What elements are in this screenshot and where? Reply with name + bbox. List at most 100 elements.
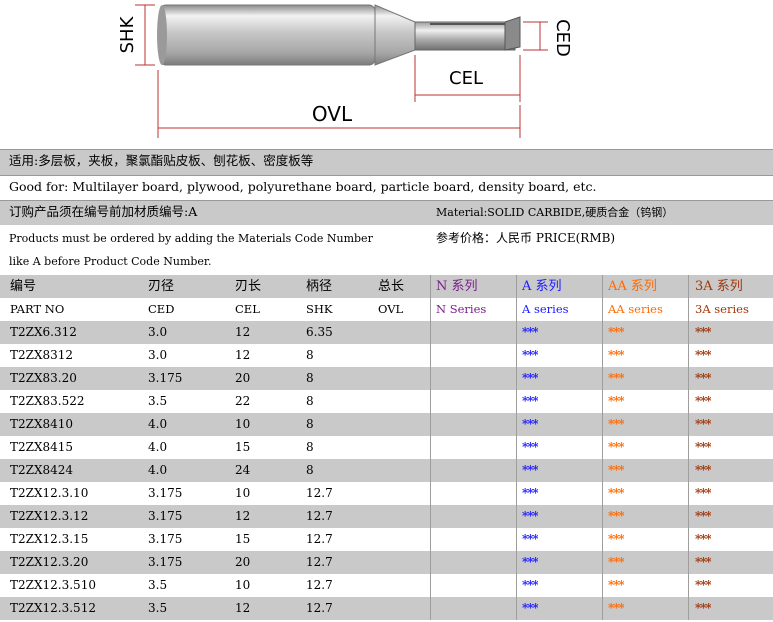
price-text: 参考价格：人民币 PRICE(RMB) [436, 231, 616, 245]
cell-ced: 3.175 [148, 532, 183, 546]
cell-a3-series: *** [695, 578, 711, 592]
cell-a3-series: *** [695, 371, 711, 385]
cell-shk: 8 [306, 463, 314, 477]
cell-shk: 12.7 [306, 578, 333, 592]
cell-shk: 12.7 [306, 509, 333, 523]
cell-ovl: OVL [378, 302, 404, 316]
shk-label: SHK [117, 15, 138, 53]
cell-cel: 20 [235, 371, 251, 385]
cell-ced: 3.175 [148, 509, 183, 523]
cell-part-no: T2ZX12.3.20 [10, 555, 89, 569]
table-row: T2ZX8424 4.0 24 8 *** *** *** [0, 459, 773, 482]
applicable-zh-text: 适用:多层板，夹板，聚氯酯贴皮板、刨花板、密度板等 [9, 153, 314, 168]
cell-ced: 3.5 [148, 394, 168, 408]
cell-a-series: *** [522, 486, 538, 500]
router-bit-diagram: SHK CED CEL OVL [117, 4, 573, 138]
table-header-en: PART NO CED CEL SHK OVL N Series A series AA se… [0, 298, 773, 321]
material-text: Material:SOLID CARBIDE,硬质合金（钨钢） [436, 206, 674, 219]
cell-shk: 8 [306, 417, 314, 431]
cell-a3-series: *** [695, 417, 711, 431]
ovl-label: OVL [312, 102, 353, 126]
cell-aa-series: AA 系列 [608, 279, 657, 294]
cell-a-series: *** [522, 578, 538, 592]
cell-cel: 刃长 [235, 279, 262, 294]
table-row: T2ZX6.312 3.0 12 6.35 *** *** *** [0, 321, 773, 344]
table-row: T2ZX12.3.20 3.175 20 12.7 *** *** *** [0, 551, 773, 574]
cell-part-no: T2ZX12.3.15 [10, 532, 89, 546]
cell-ced: 3.0 [148, 348, 168, 362]
cell-part-no: 编号 [10, 279, 37, 294]
cell-a-series: *** [522, 509, 538, 523]
cell-ced: 3.0 [148, 325, 168, 339]
cell-shk: 12.7 [306, 486, 333, 500]
cell-part-no: T2ZX12.3.512 [10, 601, 96, 615]
cell-part-no: T2ZX8410 [10, 417, 74, 431]
order-note-en-line1: Products must be ordered by adding the M… [9, 232, 373, 245]
cell-shk: 8 [306, 440, 314, 454]
cell-aa-series: *** [608, 532, 624, 546]
table-row: T2ZX8415 4.0 15 8 *** *** *** [0, 436, 773, 459]
cell-ced: 3.175 [148, 555, 183, 569]
cell-aa-series: *** [608, 440, 624, 454]
cell-a-series: *** [522, 601, 538, 615]
cell-shk: 柄径 [306, 279, 333, 294]
cell-aa-series: *** [608, 578, 624, 592]
cell-cel: 12 [235, 325, 251, 339]
cell-cel: 10 [235, 486, 251, 500]
cell-a3-series: *** [695, 440, 711, 454]
cell-ced: 4.0 [148, 463, 168, 477]
cell-a3-series: *** [695, 532, 711, 546]
cell-ced: 3.5 [148, 578, 168, 592]
column-divider [602, 275, 603, 620]
cell-a-series: A series [522, 302, 569, 316]
cell-part-no: T2ZX12.3.10 [10, 486, 89, 500]
cell-ced: 3.175 [148, 486, 183, 500]
cell-ced: 3.5 [148, 601, 168, 615]
cell-n-series: N Series [436, 302, 487, 316]
cell-aa-series: *** [608, 509, 624, 523]
table-row: T2ZX83.522 3.5 22 8 *** *** *** [0, 390, 773, 413]
table-row: T2ZX12.3.12 3.175 12 12.7 *** *** *** [0, 505, 773, 528]
cell-aa-series: *** [608, 417, 624, 431]
ced-dimension [523, 21, 548, 51]
cell-a3-series: *** [695, 509, 711, 523]
cell-a3-series: *** [695, 601, 711, 615]
cell-a-series: *** [522, 463, 538, 477]
cell-cel: CEL [235, 302, 260, 316]
cell-shk: 8 [306, 371, 314, 385]
cell-a-series: *** [522, 417, 538, 431]
cell-a-series: *** [522, 532, 538, 546]
cell-cel: 12 [235, 601, 251, 615]
table-header-zh: 编号 刃径 刃长 柄径 总长 N 系列 A 系列 AA 系列 3A 系列 [0, 275, 773, 298]
cell-part-no: T2ZX83.522 [10, 394, 85, 408]
table-row: T2ZX12.3.15 3.175 15 12.7 *** *** *** [0, 528, 773, 551]
order-note-zh-text: 订购产品须在编号前加材质编号:A [9, 204, 198, 219]
cell-a-series: *** [522, 440, 538, 454]
cell-aa-series: *** [608, 348, 624, 362]
shk-dimension [135, 4, 155, 66]
cell-shk: 6.35 [306, 325, 333, 339]
cell-cel: 12 [235, 509, 251, 523]
cell-part-no: T2ZX83.20 [10, 371, 77, 385]
table-row: T2ZX83.20 3.175 20 8 *** *** *** [0, 367, 773, 390]
cell-a3-series: *** [695, 348, 711, 362]
bit-blade [414, 16, 521, 51]
cel-label: CEL [449, 68, 483, 89]
cell-shk: 12.7 [306, 532, 333, 546]
cell-shk: 12.7 [306, 601, 333, 615]
good-for-en-text: Good for: Multilayer board, plywood, pol… [9, 179, 597, 194]
cell-a-series: *** [522, 348, 538, 362]
table-row: T2ZX8410 4.0 10 8 *** *** *** [0, 413, 773, 436]
cell-part-no: T2ZX8312 [10, 348, 74, 362]
cell-ced: 4.0 [148, 417, 168, 431]
cell-ced: 刃径 [148, 279, 175, 294]
cell-part-no: T2ZX8424 [10, 463, 74, 477]
cell-cel: 10 [235, 417, 251, 431]
table-row: T2ZX12.3.512 3.5 12 12.7 *** *** *** [0, 597, 773, 620]
column-divider [516, 275, 517, 620]
cell-aa-series: AA series [608, 302, 663, 316]
cell-a3-series: 3A series [695, 302, 749, 316]
cell-ovl: 总长 [378, 279, 405, 294]
cell-cel: 15 [235, 440, 251, 454]
table-row: T2ZX12.3.10 3.175 10 12.7 *** *** *** [0, 482, 773, 505]
